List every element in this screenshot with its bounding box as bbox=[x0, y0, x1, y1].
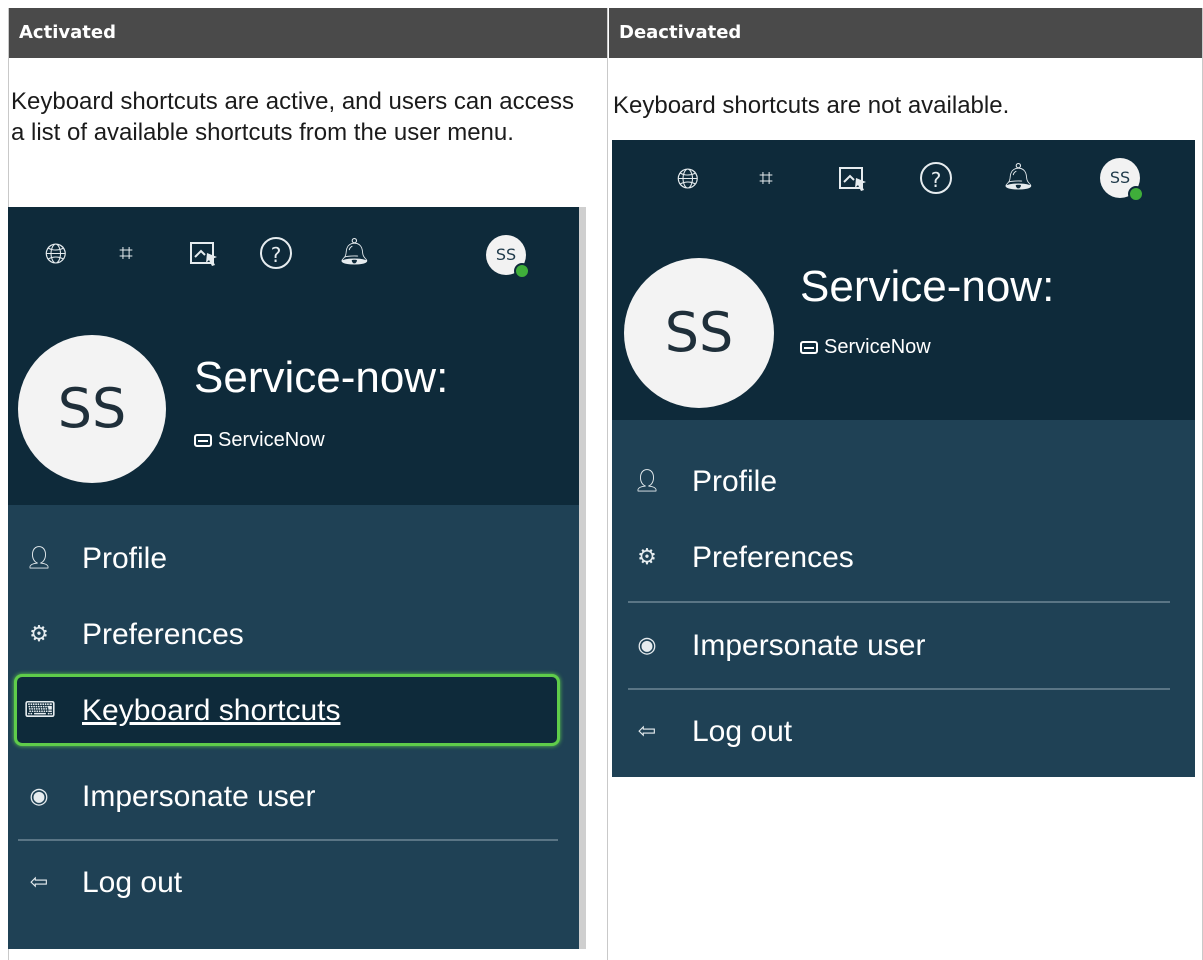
person-icon: 👤︎ bbox=[633, 469, 661, 494]
user-avatar-button[interactable]: SS bbox=[1100, 158, 1144, 202]
screen-cursor-icon[interactable] bbox=[837, 166, 869, 192]
header-deactivated: Deactivated bbox=[609, 8, 1202, 58]
menu-divider bbox=[18, 839, 558, 841]
user-name: Service-now: bbox=[194, 353, 449, 402]
large-avatar: SS bbox=[624, 258, 774, 408]
screen-cursor-icon[interactable] bbox=[188, 241, 220, 267]
globe-icon[interactable]: 🌐︎ bbox=[670, 162, 706, 196]
menu-item-impersonate-user[interactable]: ◉ Impersonate user bbox=[612, 616, 1195, 676]
menu-item-preferences[interactable]: ⚙ Preferences bbox=[8, 605, 579, 665]
large-avatar: SS bbox=[18, 335, 166, 483]
bell-icon[interactable]: 🔔︎ bbox=[1002, 162, 1035, 192]
menu-item-profile[interactable]: 👤︎ Profile bbox=[612, 452, 1195, 512]
deactivated-user-menu-screenshot: 🌐︎ ⌗ ? 🔔︎ SS SS Service-now: ServiceNow … bbox=[612, 140, 1195, 777]
top-nav-bar: 🌐︎ ⌗ ? 🔔︎ SS bbox=[612, 140, 1195, 220]
eye-icon: ◉ bbox=[29, 784, 49, 809]
header-activated: Activated bbox=[9, 8, 607, 58]
instance-label: ServiceNow bbox=[800, 336, 931, 359]
person-icon: 👤︎ bbox=[25, 546, 53, 571]
menu-divider bbox=[628, 601, 1170, 603]
menu-item-log-out[interactable]: ⇦ Log out bbox=[8, 853, 579, 913]
chat-icon[interactable]: ⌗ bbox=[748, 164, 784, 192]
menu-divider bbox=[628, 688, 1170, 690]
server-icon bbox=[800, 341, 818, 355]
logout-icon: ⇦ bbox=[29, 870, 49, 895]
user-card: SS Service-now: ServiceNow bbox=[8, 305, 579, 505]
keyboard-icon: ⌨ bbox=[24, 698, 56, 723]
top-nav-bar: 🌐︎ ⌗ ? 🔔︎ SS bbox=[8, 207, 579, 305]
server-icon bbox=[194, 434, 212, 448]
chat-icon[interactable]: ⌗ bbox=[108, 239, 144, 267]
menu-item-preferences[interactable]: ⚙ Preferences bbox=[612, 528, 1195, 588]
menu-item-log-out[interactable]: ⇦ Log out bbox=[612, 702, 1195, 762]
gear-icon: ⚙ bbox=[637, 545, 657, 570]
help-icon[interactable]: ? bbox=[260, 237, 292, 269]
gear-icon: ⚙ bbox=[29, 622, 49, 647]
help-icon[interactable]: ? bbox=[920, 162, 952, 194]
user-name: Service-now: bbox=[800, 262, 1055, 311]
logout-icon: ⇦ bbox=[637, 719, 657, 744]
column-divider bbox=[607, 8, 608, 960]
activated-user-menu-screenshot: 🌐︎ ⌗ ? 🔔︎ SS SS Service-now: ServiceNow … bbox=[8, 207, 586, 949]
online-status-dot bbox=[1128, 186, 1144, 202]
eye-icon: ◉ bbox=[637, 633, 657, 658]
activated-description: Keyboard shortcuts are active, and users… bbox=[11, 88, 574, 146]
menu-item-profile[interactable]: 👤︎ Profile bbox=[8, 529, 579, 589]
instance-label: ServiceNow bbox=[194, 429, 325, 452]
user-avatar-button[interactable]: SS bbox=[486, 235, 530, 279]
online-status-dot bbox=[514, 263, 530, 279]
menu-item-impersonate-user[interactable]: ◉ Impersonate user bbox=[8, 767, 579, 827]
deactivated-description: Keyboard shortcuts are not available. bbox=[613, 92, 1010, 119]
menu-item-keyboard-shortcuts[interactable]: ⌨ Keyboard shortcuts bbox=[8, 681, 579, 741]
globe-icon[interactable]: 🌐︎ bbox=[38, 237, 74, 271]
bell-icon[interactable]: 🔔︎ bbox=[338, 237, 371, 267]
user-card: SS Service-now: ServiceNow bbox=[612, 220, 1195, 420]
